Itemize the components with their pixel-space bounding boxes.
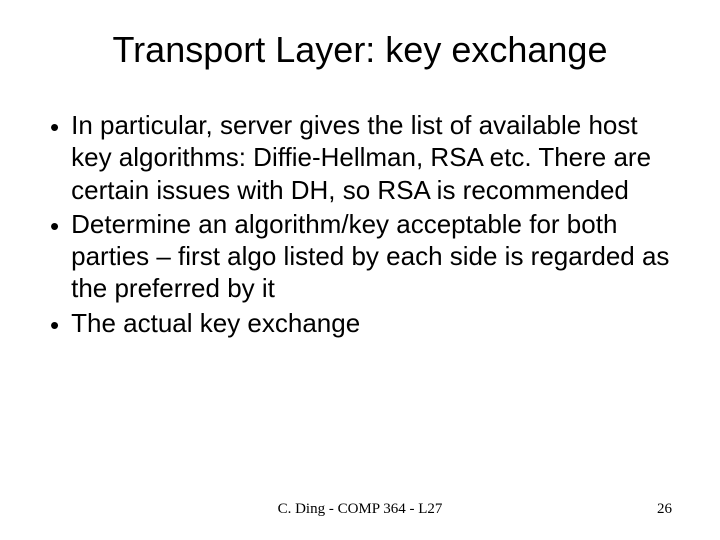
bullet-icon: • bbox=[50, 309, 59, 342]
slide-container: Transport Layer: key exchange • In parti… bbox=[0, 0, 720, 540]
list-item: • Determine an algorithm/key acceptable … bbox=[50, 208, 678, 305]
bullet-icon: • bbox=[50, 210, 59, 243]
list-item: • In particular, server gives the list o… bbox=[50, 109, 678, 206]
page-number: 26 bbox=[612, 501, 672, 518]
bullet-icon: • bbox=[50, 111, 59, 144]
slide-content: • In particular, server gives the list o… bbox=[42, 109, 678, 341]
slide-title: Transport Layer: key exchange bbox=[42, 28, 678, 71]
bullet-text: The actual key exchange bbox=[71, 307, 360, 339]
list-item: • The actual key exchange bbox=[50, 307, 678, 342]
slide-footer: C. Ding - COMP 364 - L27 26 bbox=[0, 501, 720, 518]
bullet-text: In particular, server gives the list of … bbox=[71, 109, 678, 206]
footer-center: C. Ding - COMP 364 - L27 bbox=[278, 501, 443, 518]
bullet-text: Determine an algorithm/key acceptable fo… bbox=[71, 208, 678, 305]
